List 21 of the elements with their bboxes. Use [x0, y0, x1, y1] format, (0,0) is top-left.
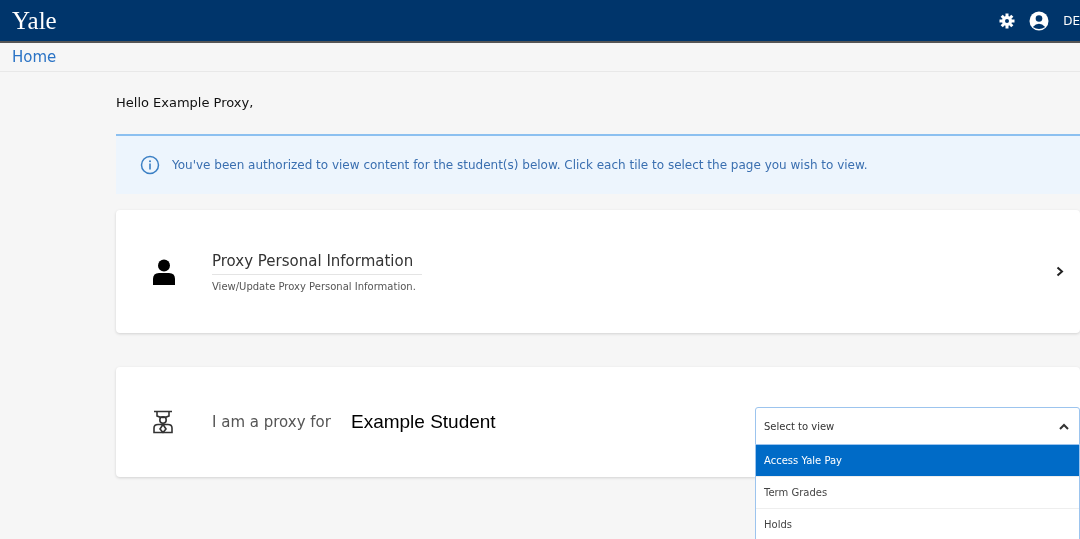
proxy-label: I am a proxy for: [212, 413, 331, 431]
student-icon: [152, 410, 174, 434]
tile-title: Proxy Personal Information: [212, 251, 422, 275]
user-avatar-icon[interactable]: [1029, 10, 1050, 31]
student-name: Example Student: [350, 411, 496, 433]
info-message: You've been authorized to view content for the student(s) below. Click each tile to select the page you wish to view.: [172, 158, 868, 172]
personal-info-tile[interactable]: Proxy Personal Information View/Update Proxy Personal Information.: [116, 210, 1080, 333]
chevron-right-icon: [1056, 266, 1064, 277]
settings-icon[interactable]: [999, 12, 1016, 29]
info-icon: [140, 155, 160, 175]
tile-subtitle: View/Update Proxy Personal Information.: [212, 280, 417, 292]
greeting-text: Hello Example Proxy,: [116, 94, 255, 110]
dropdown-option[interactable]: Holds: [756, 509, 1079, 539]
home-link[interactable]: Home: [12, 48, 57, 66]
person-icon: [152, 258, 176, 285]
dropdown-option[interactable]: Access Yale Pay: [756, 445, 1079, 477]
dropdown-option[interactable]: Term Grades: [756, 477, 1079, 509]
caret-icon: [1059, 422, 1069, 430]
yale-logo[interactable]: Yale: [0, 6, 57, 35]
view-select[interactable]: Select to view: [755, 407, 1080, 445]
user-name[interactable]: DE: [1063, 13, 1080, 28]
